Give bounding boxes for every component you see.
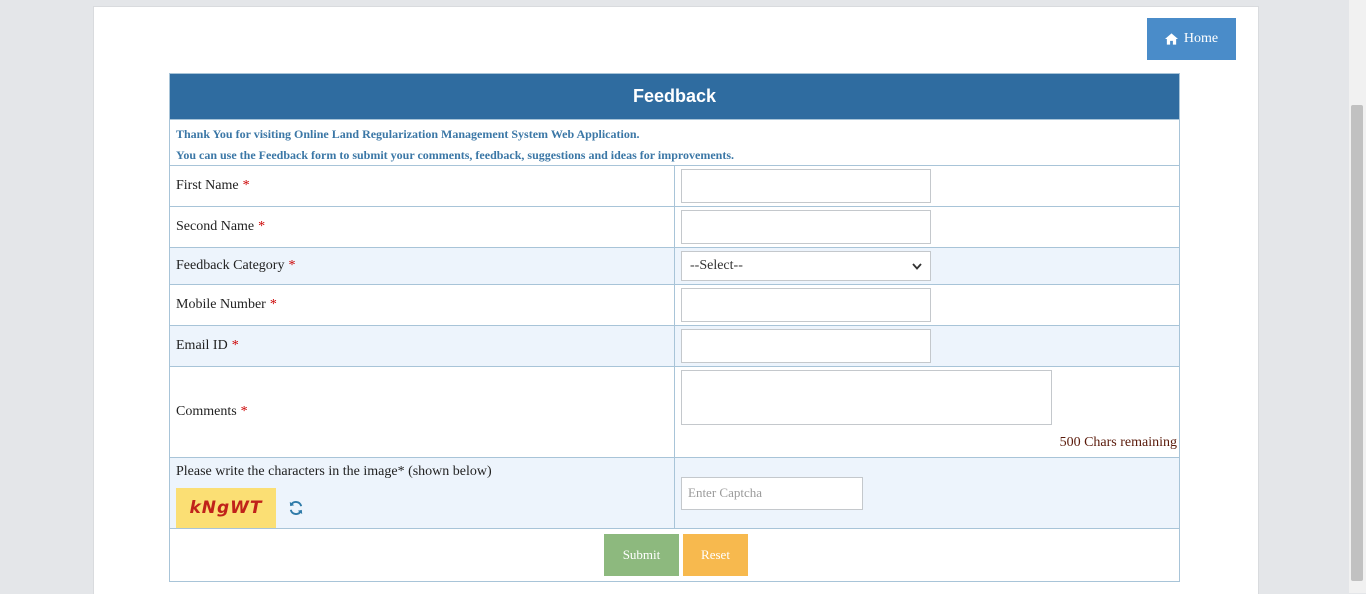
captcha-input[interactable] [681,476,863,510]
captcha-label-cell: Please write the characters in the image… [170,458,675,528]
captcha-image: kNgWT [176,488,276,528]
form-actions: Submit Reset [170,528,1179,581]
intro-line-2: You can use the Feedback form to submit … [176,148,734,162]
chars-remaining-counter: 500 Chars remaining [1059,435,1177,450]
required-marker: * [258,219,266,234]
second-name-label-cell: Second Name * [170,207,675,247]
comments-label: Comments [176,404,237,419]
first-name-field-cell [675,166,1179,206]
captcha-image-row: kNgWT [176,488,304,528]
chevron-down-icon [912,262,922,270]
email-input[interactable] [681,329,931,363]
row-mobile-number: Mobile Number * [170,284,1179,325]
second-name-input[interactable] [681,210,931,244]
feedback-category-select[interactable]: --Select-- [681,251,931,281]
required-marker: * [242,178,250,193]
row-feedback-category: Feedback Category * --Select-- [170,247,1179,284]
feedback-form: Feedback Thank You for visiting Online L… [169,73,1180,582]
comments-field-cell: 500 Chars remaining [675,367,1179,457]
required-marker: * [240,404,248,419]
mobile-label-cell: Mobile Number * [170,285,675,325]
row-first-name: First Name * [170,165,1179,206]
category-label-cell: Feedback Category * [170,248,675,284]
captcha-field-cell [675,458,1179,528]
row-second-name: Second Name * [170,206,1179,247]
submit-button[interactable]: Submit [604,534,679,576]
required-marker: * [288,258,296,273]
first-name-input[interactable] [681,169,931,203]
page-scrollbar[interactable] [1349,0,1366,593]
home-button[interactable]: Home [1147,18,1236,60]
second-name-field-cell [675,207,1179,247]
mobile-field-cell [675,285,1179,325]
scrollbar-thumb[interactable] [1351,105,1363,581]
category-field-cell: --Select-- [675,248,1179,284]
home-button-label: Home [1183,31,1219,46]
comments-label-cell: Comments * [170,367,675,457]
form-intro: Thank You for visiting Online Land Regul… [170,119,1179,165]
intro-line-1: Thank You for visiting Online Land Regul… [176,127,640,141]
required-marker: * [269,297,277,312]
email-field-cell [675,326,1179,366]
refresh-icon[interactable] [288,500,304,516]
reset-button[interactable]: Reset [683,534,748,576]
email-label-cell: Email ID * [170,326,675,366]
first-name-label-cell: First Name * [170,166,675,206]
first-name-label: First Name [176,178,239,193]
email-label: Email ID [176,338,228,353]
captcha-label: Please write the characters in the image… [176,464,492,479]
row-comments: Comments * 500 Chars remaining [170,366,1179,457]
second-name-label: Second Name [176,219,255,234]
mobile-label: Mobile Number [176,297,266,312]
category-selected-value: --Select-- [690,258,743,273]
required-marker: * [231,338,239,353]
category-label: Feedback Category [176,258,285,273]
home-icon [1164,33,1178,45]
row-email-id: Email ID * [170,325,1179,366]
comments-textarea[interactable] [681,370,1052,425]
mobile-number-input[interactable] [681,288,931,322]
form-title: Feedback [170,74,1179,119]
row-captcha: Please write the characters in the image… [170,457,1179,528]
